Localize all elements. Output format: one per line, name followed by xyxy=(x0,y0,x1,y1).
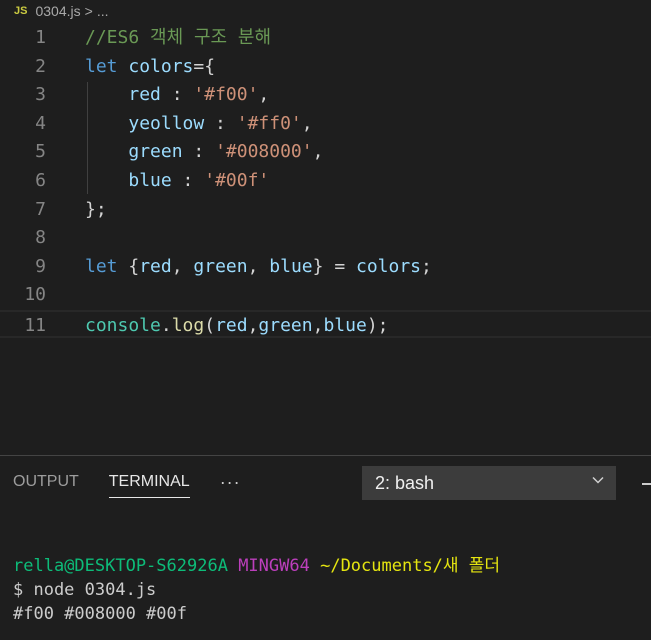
code-token: '#f00' xyxy=(193,84,259,106)
code-editor[interactable]: 1//ES6 객체 구조 분해 2 let colors={3 red : '#f0… xyxy=(0,24,651,444)
code-token: let xyxy=(85,255,118,277)
code-token: colors xyxy=(128,55,194,77)
code-line[interactable]: 3 red : '#f00', xyxy=(0,81,651,109)
code-token: , xyxy=(312,141,324,163)
code-token: blue xyxy=(269,255,313,277)
code-token: //ES6 객체 구조 분해 xyxy=(85,27,272,48)
code-token: } = xyxy=(312,255,356,277)
panel-maximize-icon[interactable] xyxy=(642,483,651,485)
code-token: : xyxy=(160,84,194,106)
code-text: let colors={ xyxy=(85,53,215,81)
terminal-path-prefix: ~/Documents/ xyxy=(320,556,443,576)
terminal-env: MINGW64 xyxy=(238,556,310,576)
line-number: 6 xyxy=(35,170,46,191)
code-token: : xyxy=(204,112,237,134)
chevron-down-icon xyxy=(592,476,604,484)
code-token: , xyxy=(247,315,259,336)
code-line[interactable]: 10 xyxy=(0,281,651,309)
code-token: red xyxy=(139,255,172,277)
breadcrumb-ellipsis[interactable]: ... xyxy=(97,3,109,19)
code-text: //ES6 객체 구조 분해 xyxy=(85,24,271,52)
line-number: 3 xyxy=(35,84,46,106)
code-token: green xyxy=(193,255,248,277)
code-token: ; xyxy=(421,255,432,277)
line-number: 9 xyxy=(35,255,46,277)
code-line[interactable]: 7}; xyxy=(0,196,651,224)
code-token: . xyxy=(160,315,172,336)
code-token: console xyxy=(85,315,161,336)
code-token: blue xyxy=(128,170,172,191)
code-text: red : '#f00', xyxy=(85,81,269,109)
terminal-select[interactable]: 2: bash xyxy=(362,466,616,500)
code-token: { xyxy=(117,255,140,277)
line-number: 11 xyxy=(24,315,46,336)
code-line[interactable]: 5 green : '#008000', xyxy=(0,138,651,166)
breadcrumb: JS 0304.js > ... xyxy=(0,0,651,22)
code-token: red xyxy=(128,84,161,106)
terminal-select-value: 2: bash xyxy=(375,472,435,493)
javascript-file-icon: JS xyxy=(14,5,28,17)
code-text: blue : '#00f' xyxy=(85,167,269,195)
code-token: log xyxy=(171,315,205,336)
breadcrumb-separator: > xyxy=(84,3,93,19)
more-actions-icon[interactable]: ··· xyxy=(220,472,241,493)
code-line[interactable]: 8 xyxy=(0,224,651,252)
code-token: , xyxy=(301,112,313,134)
code-text: yeollow : '#ff0', xyxy=(85,110,313,138)
code-token: colors xyxy=(356,255,422,277)
code-token: , xyxy=(171,255,194,277)
code-line[interactable]: 2 let colors={ xyxy=(0,53,651,81)
code-text: green : '#008000', xyxy=(85,138,323,166)
code-token: ( xyxy=(204,315,216,336)
code-text: console.log(red,green,blue); xyxy=(85,312,389,340)
code-token: green xyxy=(258,315,313,336)
line-number: 1 xyxy=(35,27,46,48)
code-token: : xyxy=(171,170,205,191)
code-token: blue xyxy=(323,315,367,336)
line-number: 7 xyxy=(35,198,46,220)
code-line[interactable]: 1 //ES6 객체 구조 분해 xyxy=(0,24,651,52)
code-token: }; xyxy=(85,198,107,220)
code-line[interactable]: 6 blue : '#00f' xyxy=(0,167,651,195)
code-token: , xyxy=(312,315,324,336)
line-number: 8 xyxy=(35,227,46,249)
code-token: green xyxy=(128,141,183,163)
code-text: }; xyxy=(85,196,107,224)
code-token: let xyxy=(85,55,118,77)
code-line[interactable]: 11 console.log(red,green,blue); xyxy=(0,310,651,338)
terminal-command: $ node 0304.js xyxy=(13,580,157,600)
code-token: ={ xyxy=(193,55,216,77)
code-token: : xyxy=(182,141,216,163)
tab-output[interactable]: OUTPUT xyxy=(13,467,79,497)
line-number: 2 xyxy=(35,55,46,77)
code-line[interactable]: 4 yeollow : '#ff0', xyxy=(0,110,651,138)
terminal-user: rella@DESKTOP-S62926A xyxy=(13,556,228,576)
terminal-output: #f00 #008000 #00f xyxy=(13,604,187,624)
code-line[interactable]: 9 let {red, green, blue} = colors; xyxy=(0,253,651,281)
panel-tabs: OUTPUT TERMINAL ··· xyxy=(0,456,241,508)
terminal-prompt-line: rella@DESKTOP-S62926A MINGW64 ~/Document… xyxy=(13,554,500,578)
line-number: 10 xyxy=(24,284,46,306)
code-token: , xyxy=(247,255,270,277)
code-token: red xyxy=(215,315,248,336)
code-text: let {red, green, blue} = colors; xyxy=(85,253,432,281)
terminal-path: ~/Documents/새 폴더 xyxy=(320,556,500,576)
code-token: , xyxy=(258,84,270,106)
bottom-panel: OUTPUT TERMINAL ··· 2: bash rella@DESKTO… xyxy=(0,455,651,640)
code-token: yeollow xyxy=(128,112,205,134)
tab-terminal[interactable]: TERMINAL xyxy=(108,467,190,498)
terminal-path-folder: 새 폴더 xyxy=(442,556,501,576)
line-number: 5 xyxy=(35,141,46,163)
code-token: '#00f' xyxy=(204,170,270,191)
code-token: ); xyxy=(366,315,389,336)
code-token: '#008000' xyxy=(215,141,313,163)
breadcrumb-file[interactable]: 0304.js xyxy=(35,3,80,19)
line-number: 4 xyxy=(35,112,46,134)
code-token: '#ff0' xyxy=(236,112,302,134)
